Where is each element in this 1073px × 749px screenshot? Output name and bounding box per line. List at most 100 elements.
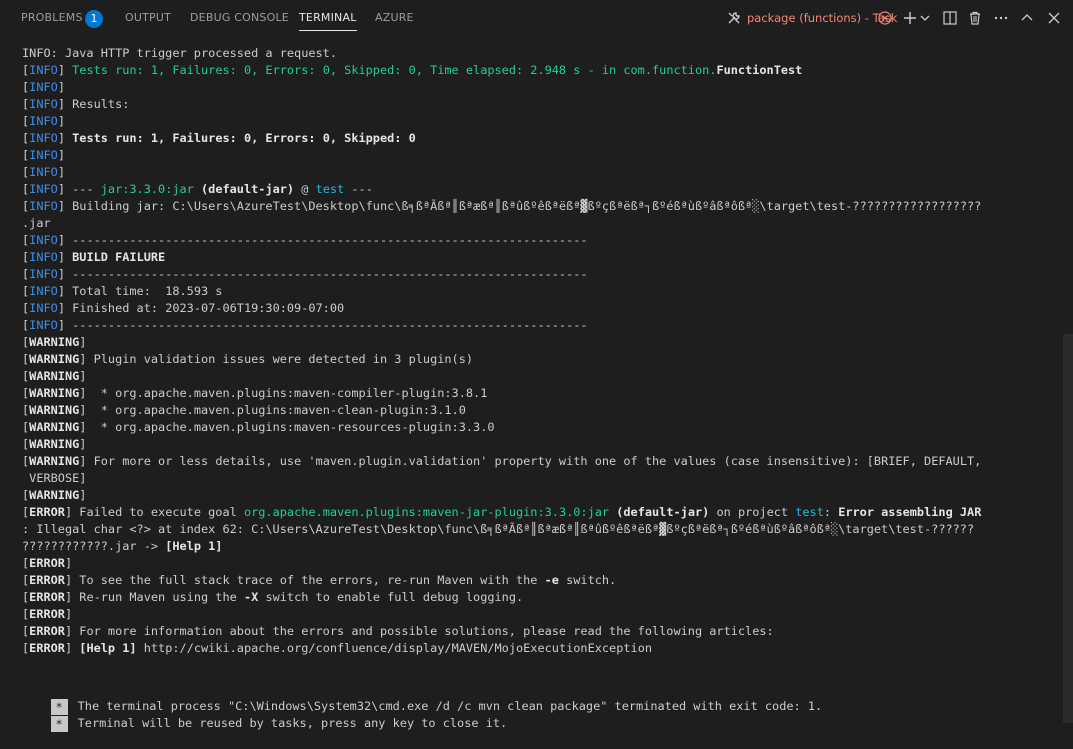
tab-debug-console-label: DEBUG CONSOLE — [190, 11, 289, 24]
terminal-line: VERBOSE] — [22, 470, 1043, 487]
terminal-text-segment: ] — [79, 488, 87, 502]
terminal-text-segment: BUILD FAILURE — [72, 250, 166, 264]
tab-problems[interactable]: PROBLEMS — [21, 0, 83, 36]
terminal-text-segment: jar:3.3.0:jar — [100, 182, 194, 196]
terminal-text-segment: INFO — [29, 97, 58, 111]
terminal-text-segment: ] * org.apache.maven.plugins:maven-clean… — [79, 403, 466, 417]
terminal-line: ????????????.jar -> [Help 1] — [22, 538, 1043, 555]
maximize-panel-icon[interactable] — [1019, 10, 1035, 26]
tools-icon — [728, 12, 740, 24]
terminal-text-segment: (default-jar) — [616, 505, 710, 519]
terminal-line: [INFO] Building jar: C:\Users\AzureTest\… — [22, 198, 1043, 215]
terminal-text-segment: ] — [57, 114, 65, 128]
terminal-line: [INFO] Total time: 18.593 s — [22, 283, 1043, 300]
terminal-text-segment: WARNING — [29, 335, 80, 349]
terminal-text-segment: ] For more information about the errors … — [64, 624, 774, 638]
terminal-text-segment: ERROR — [29, 590, 65, 604]
terminal-text-segment: ] — [57, 165, 65, 179]
terminal-line: [INFO] Finished at: 2023-07-06T19:30:09-… — [22, 300, 1043, 317]
terminal-line: [ERROR] To see the full stack trace of t… — [22, 572, 1043, 589]
terminal-text-segment: ] Building jar: C:\Users\AzureTest\Deskt… — [57, 199, 982, 213]
terminal-text-segment: Tests run: 1, Failures: 0, Errors: 0, Sk… — [72, 63, 717, 77]
terminal-line: [INFO] BUILD FAILURE — [22, 249, 1043, 266]
tab-debug-console[interactable]: DEBUG CONSOLE — [190, 0, 289, 36]
terminal-text-segment: ] * org.apache.maven.plugins:maven-resou… — [79, 420, 495, 434]
terminal-task-selector[interactable]: package (functions) - Task — [727, 0, 897, 36]
terminal-line: [INFO] — [22, 79, 1043, 96]
close-panel-icon[interactable] — [1046, 10, 1062, 26]
terminal-line: [INFO] — [22, 113, 1043, 130]
terminal-line: [INFO] — [22, 147, 1043, 164]
terminal-text-segment: INFO: Java HTTP trigger processed a requ… — [22, 46, 337, 60]
new-terminal-icon[interactable] — [902, 10, 918, 26]
terminal-line: [INFO] Results: — [22, 96, 1043, 113]
terminal-text-segment: INFO — [29, 250, 58, 264]
terminal-text-segment: test — [315, 182, 345, 196]
terminal-text-segment: ERROR — [29, 505, 65, 519]
terminal-text-segment: ] — [57, 131, 73, 145]
terminal-line: [WARNING] Plugin validation issues were … — [22, 351, 1043, 368]
terminal-text-segment: FunctionTest — [716, 63, 803, 77]
terminal-text-segment: --- — [344, 182, 373, 196]
task-message-line: * The terminal process "C:\Windows\System… — [22, 681, 822, 715]
problems-count-badge: 1 — [85, 10, 103, 28]
more-actions-icon[interactable] — [993, 10, 1009, 26]
chevron-down-icon[interactable] — [919, 10, 935, 26]
terminal-text-segment: WARNING — [29, 420, 80, 434]
terminal-text-segment: ERROR — [29, 641, 65, 655]
terminal-text-segment: ] --- — [57, 182, 101, 196]
task-messages: * The terminal process "C:\Windows\System… — [22, 681, 822, 732]
terminal-output[interactable]: INFO: Java HTTP trigger processed a requ… — [22, 45, 1043, 657]
terminal-text-segment: INFO — [29, 63, 58, 77]
terminal-line: [ERROR] Re-run Maven using the -X switch… — [22, 589, 1043, 606]
tab-terminal[interactable]: TERMINAL — [299, 0, 357, 36]
terminal-text-segment: INFO — [29, 199, 58, 213]
task-name: package (functions) - Task — [747, 11, 898, 25]
terminal-line: [WARNING] For more or less details, use … — [22, 453, 1043, 470]
terminal-text-segment: WARNING — [29, 352, 80, 366]
terminal-line: [INFO] Tests run: 1, Failures: 0, Errors… — [22, 130, 1043, 147]
terminal-line: [ERROR] — [22, 606, 1043, 623]
terminal-line: [WARNING] — [22, 334, 1043, 351]
tab-output[interactable]: OUTPUT — [125, 0, 171, 36]
terminal-text-segment: ] Re-run Maven using the — [64, 590, 244, 604]
terminal-text-segment: ERROR — [29, 624, 65, 638]
trash-icon[interactable] — [967, 10, 983, 26]
terminal-text-segment: org.apache.maven.plugins:maven-jar-plugi… — [243, 505, 610, 519]
terminal-text-segment: WARNING — [29, 488, 80, 502]
task-message-text: The terminal process "C:\Windows\System3… — [77, 699, 823, 713]
task-message-text: Terminal will be reused by tasks, press … — [77, 716, 508, 730]
tab-problems-label: PROBLEMS — [21, 11, 83, 24]
terminal-text-segment: INFO — [29, 165, 58, 179]
terminal-text-segment: WARNING — [29, 437, 80, 451]
terminal-text-segment: ] — [64, 556, 73, 570]
terminal-text-segment: ] — [79, 437, 87, 451]
task-marker: * — [50, 699, 68, 715]
terminal-line: : Illegal char <?> at index 62: C:\Users… — [22, 521, 1043, 538]
split-terminal-icon[interactable] — [942, 10, 958, 26]
terminal-line: [ERROR] Failed to execute goal org.apach… — [22, 504, 1043, 521]
terminal-text-segment: INFO — [29, 267, 58, 281]
terminal-line: [WARNING] * org.apache.maven.plugins:mav… — [22, 385, 1043, 402]
terminal-text-segment: ] — [57, 148, 65, 162]
terminal-text-segment: INFO — [29, 148, 58, 162]
terminal-text-segment: VERBOSE] — [22, 471, 87, 485]
terminal-line: [WARNING] * org.apache.maven.plugins:mav… — [22, 419, 1043, 436]
terminal-text-segment: on project — [709, 505, 796, 519]
terminal-line: [WARNING] — [22, 436, 1043, 453]
terminal-line: [ERROR] For more information about the e… — [22, 623, 1043, 640]
terminal-text-segment: ERROR — [29, 607, 65, 621]
terminal-text-segment: INFO — [29, 80, 58, 94]
terminal-text-segment: ] --------------------------------------… — [57, 318, 588, 332]
terminal-line: [WARNING] — [22, 487, 1043, 504]
terminal-text-segment: INFO — [29, 301, 58, 315]
terminal-text-segment: ] For more or less details, use 'maven.p… — [79, 454, 982, 468]
terminal-text-segment: INFO — [29, 318, 58, 332]
tab-azure[interactable]: AZURE — [375, 0, 414, 36]
terminal-text-segment: ] Plugin validation issues were detected… — [79, 352, 474, 366]
terminal-line: [WARNING] * org.apache.maven.plugins:mav… — [22, 402, 1043, 419]
terminal-scrollbar[interactable] — [1063, 334, 1073, 723]
panel-header: PROBLEMS 1 OUTPUT DEBUG CONSOLE TERMINAL… — [0, 0, 1073, 36]
terminal-line: [INFO] — [22, 164, 1043, 181]
